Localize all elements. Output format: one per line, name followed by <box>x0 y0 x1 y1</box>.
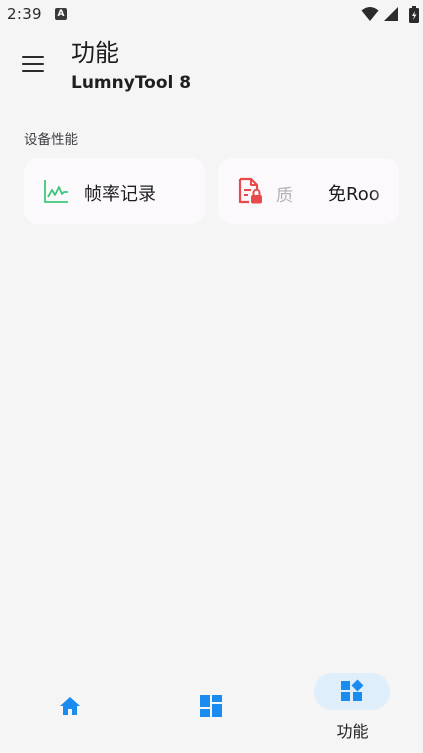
card-label: 帧率记录 <box>84 184 156 205</box>
status-bar: 2:39 A <box>0 0 423 30</box>
fps-record-card[interactable]: 帧率记录 <box>24 158 205 224</box>
section-label: 设备性能 <box>24 132 78 148</box>
bottom-navigation: 功能 <box>0 660 423 753</box>
page-title: 功能 <box>71 39 119 67</box>
app-subtitle: LumnyTool 8 <box>71 73 192 93</box>
app-bar: 功能 LumnyTool 8 <box>0 30 423 108</box>
root-free-card[interactable]: 质 免Roo <box>218 158 399 224</box>
wifi-icon <box>361 7 379 21</box>
nav-item-features[interactable]: 功能 <box>282 660 423 753</box>
nav-item-home[interactable] <box>0 660 141 753</box>
document-lock-icon <box>238 177 262 204</box>
status-time: 2:39 <box>7 5 42 23</box>
marquee-fade <box>371 158 399 224</box>
app-screen: 2:39 A 功能 LumnyTool 8 设备性能 帧率记录 质 免Roo 功… <box>0 0 423 753</box>
notification-icon: A <box>55 8 67 20</box>
card-label-faded: 质 <box>276 186 293 206</box>
battery-icon <box>409 6 419 23</box>
nav-label-features: 功能 <box>336 722 369 741</box>
line-chart-icon <box>44 180 68 203</box>
widgets-icon <box>341 679 364 701</box>
signal-icon <box>384 7 398 21</box>
home-icon <box>60 697 80 715</box>
menu-button[interactable] <box>16 50 50 80</box>
nav-item-dashboard[interactable] <box>141 660 282 753</box>
dashboard-icon <box>200 695 222 717</box>
